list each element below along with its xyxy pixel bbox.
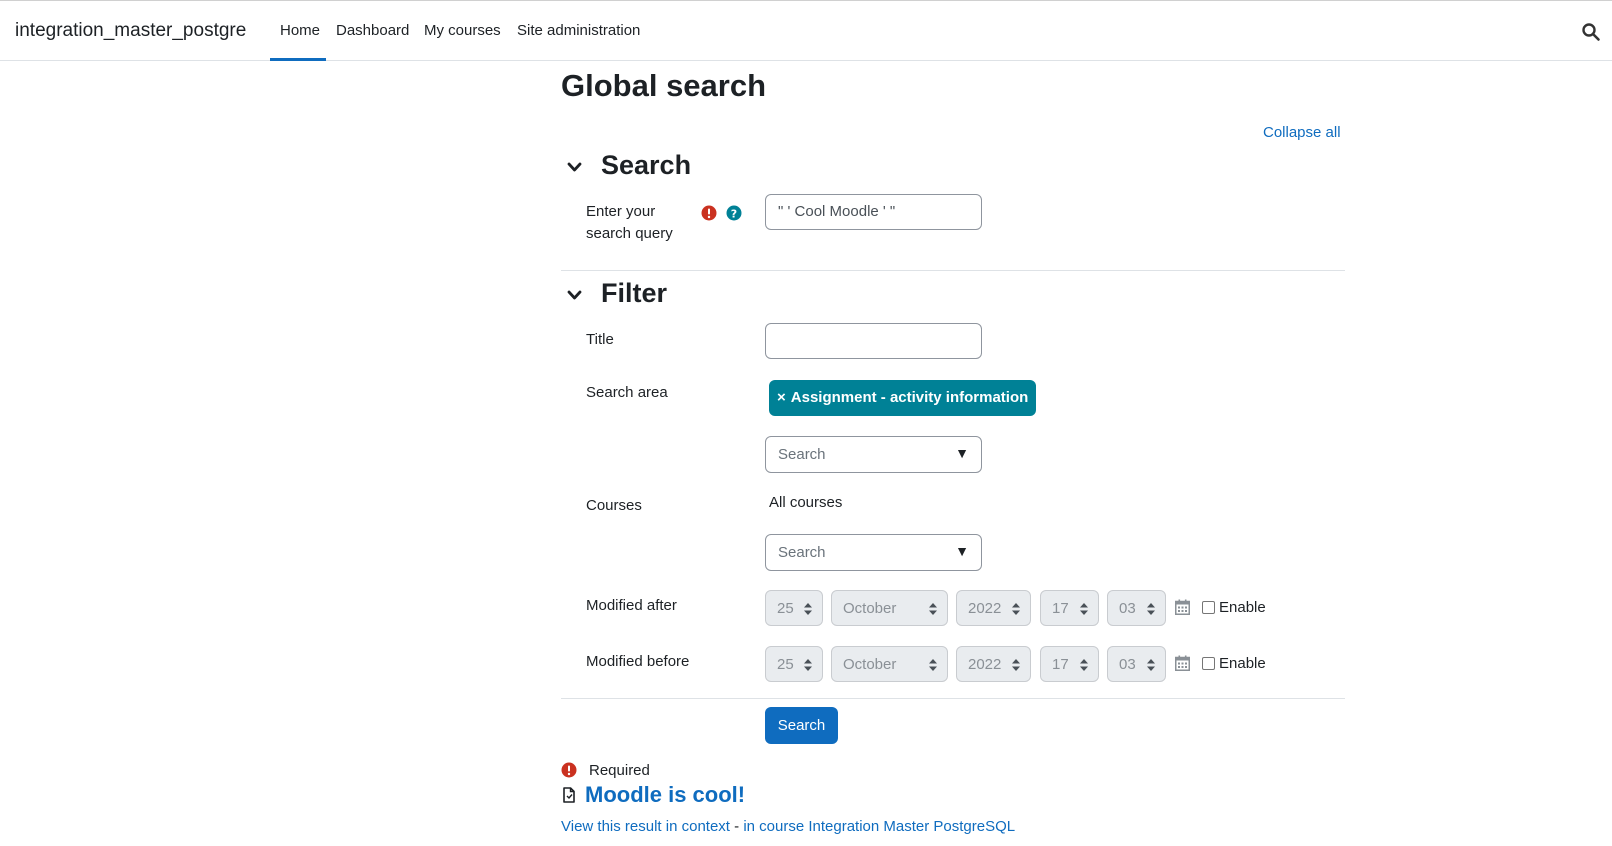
dropdown-arrow-icon: ▼ [955,445,969,461]
chevron-down-icon [567,162,582,172]
required-icon [701,205,717,221]
search-icon[interactable] [1581,22,1601,42]
section-divider [561,270,1345,271]
day-value: 25 [777,600,794,617]
dropdown-arrow-icon: ▼ [955,543,969,559]
nav-item-site-administration[interactable]: Site administration [517,22,640,39]
page-title: Global search [561,68,767,103]
help-icon[interactable]: ? [726,205,742,221]
result-title-link[interactable]: Moodle is cool! [585,782,745,808]
modified-before-enable-checkbox[interactable] [1202,657,1215,670]
modified-after-label: Modified after [586,597,677,614]
modified-before-year-select[interactable]: 2022 [956,646,1031,682]
month-value: October [843,600,897,617]
search-area-placeholder: Search [778,446,826,463]
search-area-tag-label: Assignment - activity information [790,389,1029,406]
minute-value: 03 [1119,600,1136,617]
search-query-label: Enter your search query [586,203,673,242]
modified-after-hour-select[interactable]: 17 [1040,590,1099,626]
view-in-context-link[interactable]: View this result in context [561,818,730,835]
required-icon [561,762,577,778]
year-value: 2022 [968,656,1002,673]
select-updown-icon [929,659,937,671]
filter-section-title: Filter [601,278,668,308]
select-updown-icon [1080,603,1088,615]
hour-value: 17 [1052,656,1069,673]
modified-after-enable-label[interactable]: Enable [1219,599,1266,616]
modified-before-day-select[interactable]: 25 [765,646,823,682]
modified-after-minute-select[interactable]: 03 [1107,590,1166,626]
modified-after-year-select[interactable]: 2022 [956,590,1031,626]
title-filter-label: Title [586,331,614,348]
modified-before-minute-select[interactable]: 03 [1107,646,1166,682]
search-area-tag[interactable]: × Assignment - activity information [769,380,1037,416]
nav-item-my-courses[interactable]: My courses [424,22,501,39]
nav-item-home[interactable]: Home [280,22,320,39]
modified-before-month-select[interactable]: October [831,646,948,682]
modified-before-enable-label[interactable]: Enable [1219,655,1266,672]
calendar-icon[interactable] [1175,599,1190,615]
required-note: Required [589,762,650,779]
result-separator: - [729,818,744,835]
search-section-title: Search [601,150,692,180]
form-bottom-divider [561,698,1345,699]
courses-selected-value: All courses [769,494,843,511]
collapse-all-link[interactable]: Collapse all [1263,124,1341,141]
minute-value: 03 [1119,656,1136,673]
calendar-icon[interactable] [1175,655,1190,671]
select-updown-icon [1012,603,1020,615]
hour-value: 17 [1052,600,1069,617]
top-navbar: integration_master_postgre Home Dashboar… [0,0,1612,61]
title-filter-input[interactable] [765,323,982,359]
svg-text:?: ? [731,207,737,220]
select-updown-icon [1080,659,1088,671]
courses-placeholder: Search [778,544,826,561]
file-icon [563,787,575,803]
select-updown-icon [804,603,812,615]
select-updown-icon [1147,659,1155,671]
remove-tag-icon[interactable]: × [777,389,786,406]
courses-label: Courses [586,497,642,514]
result-context-line: View this result in context - in course … [561,818,1015,835]
year-value: 2022 [968,600,1002,617]
chevron-down-icon [567,290,582,300]
search-area-autocomplete[interactable]: Search ▼ [765,436,982,473]
select-updown-icon [1147,603,1155,615]
search-submit-button[interactable]: Search [765,707,838,744]
modified-before-label: Modified before [586,653,690,670]
select-updown-icon [804,659,812,671]
modified-before-hour-select[interactable]: 17 [1040,646,1099,682]
select-updown-icon [1012,659,1020,671]
month-value: October [843,656,897,673]
select-updown-icon [929,603,937,615]
search-query-input[interactable]: " ' Cool Moodle ' " [765,194,982,230]
site-name[interactable]: integration_master_postgre [15,20,246,42]
modified-after-month-select[interactable]: October [831,590,948,626]
nav-item-dashboard[interactable]: Dashboard [336,22,409,39]
courses-autocomplete[interactable]: Search ▼ [765,534,982,571]
modified-after-day-select[interactable]: 25 [765,590,823,626]
modified-after-enable-checkbox[interactable] [1202,601,1215,614]
result-course-link[interactable]: in course Integration Master PostgreSQL [743,818,1015,835]
nav-active-indicator [270,58,326,61]
search-area-label: Search area [586,384,668,401]
day-value: 25 [777,656,794,673]
